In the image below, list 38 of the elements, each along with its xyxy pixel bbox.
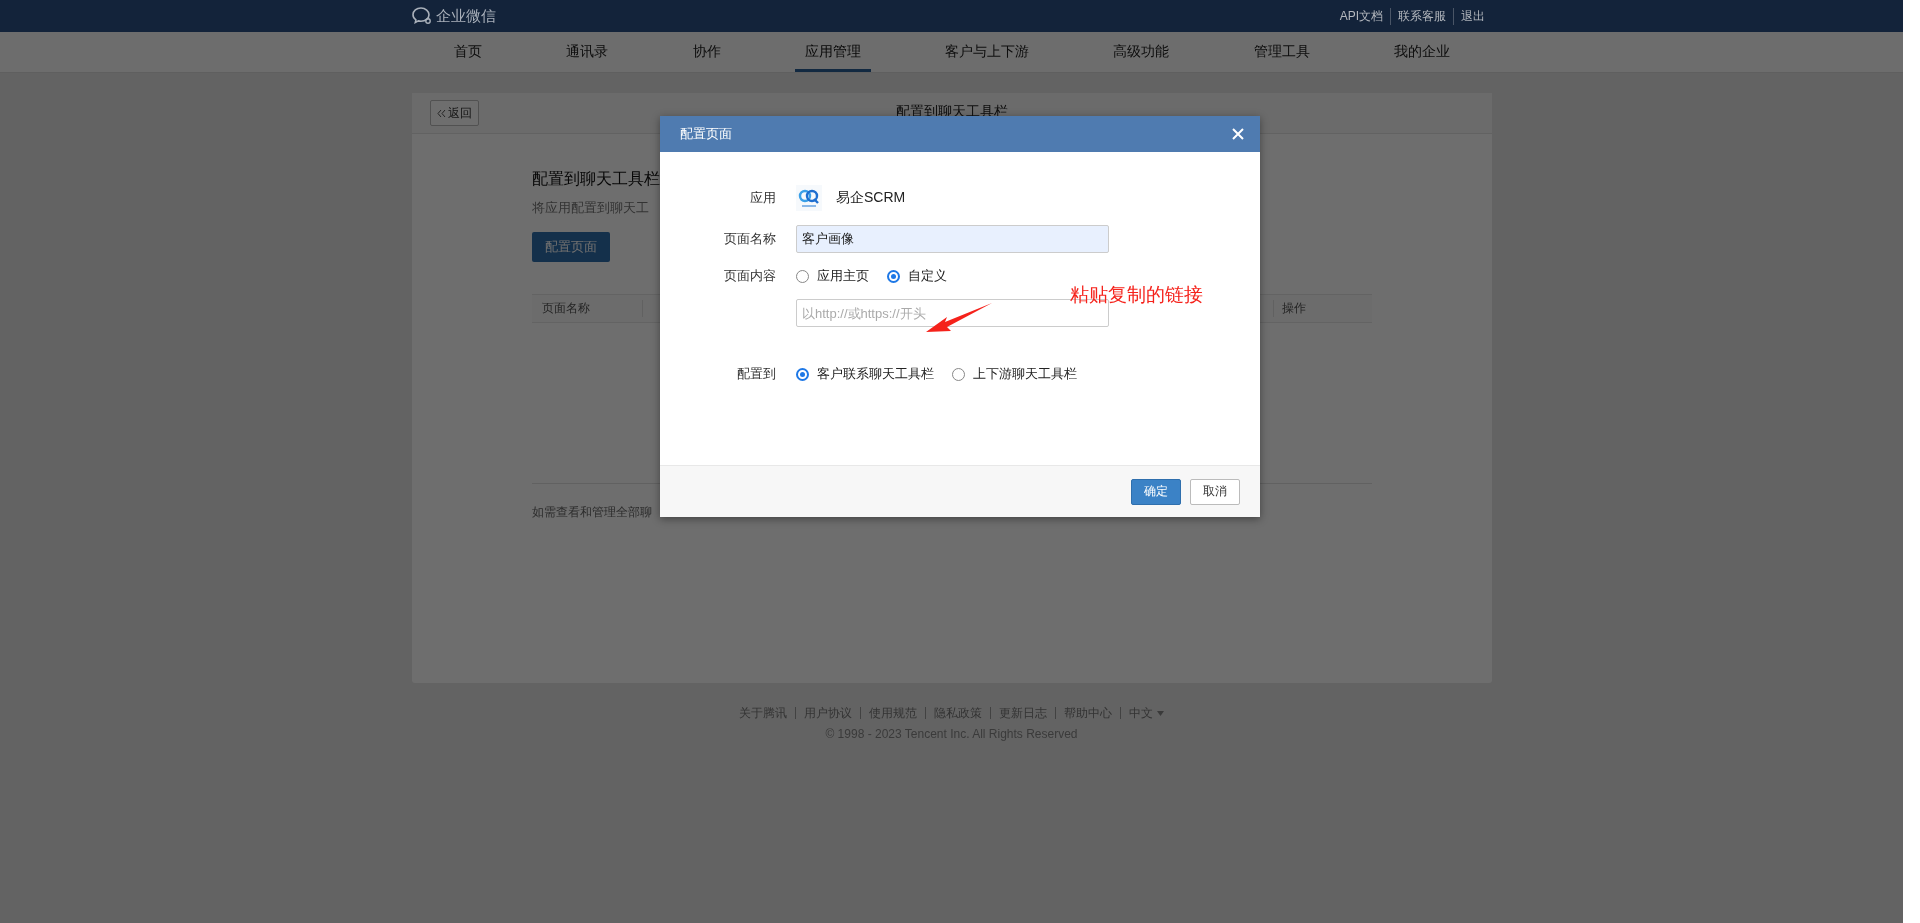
- logo-text: 企业微信: [436, 6, 496, 26]
- top-link[interactable]: API文档: [1332, 7, 1390, 25]
- help-note: 如需查看和管理全部聊: [532, 505, 652, 519]
- chat-bubble-icon: [412, 7, 432, 25]
- back-button[interactable]: 返回: [430, 100, 479, 126]
- radio-button[interactable]: [796, 367, 809, 381]
- double-chevron-icon: [437, 108, 446, 118]
- app-name: 易企SCRM: [836, 189, 906, 207]
- radio-option[interactable]: 自定义: [887, 267, 947, 285]
- cancel-button[interactable]: 取消: [1190, 478, 1240, 505]
- section-heading: 配置到聊天工具栏: [532, 169, 660, 189]
- configure-page-button[interactable]: 配置页面: [532, 232, 610, 262]
- nav-tab[interactable]: 我的企业: [1383, 32, 1460, 72]
- radio-button[interactable]: [887, 269, 900, 283]
- column-header: 页面名称: [542, 301, 590, 315]
- radio-option[interactable]: 客户联系聊天工具栏: [796, 365, 934, 383]
- confirm-button[interactable]: 确定: [1131, 478, 1181, 505]
- nav-tab[interactable]: 管理工具: [1243, 32, 1320, 72]
- app-logo-icon: [796, 185, 822, 211]
- top-link[interactable]: 联系客服: [1390, 7, 1453, 25]
- top-link[interactable]: 退出: [1453, 7, 1492, 25]
- column-header: 操作: [1282, 301, 1306, 315]
- page-name-field[interactable]: 客户画像: [796, 225, 1109, 253]
- nav-tab[interactable]: 高级功能: [1103, 32, 1180, 72]
- nav-tab[interactable]: 应用管理: [794, 32, 871, 72]
- nav-tab[interactable]: 首页: [444, 32, 493, 72]
- field-label: 页面内容: [723, 267, 777, 285]
- nav-tab[interactable]: 客户与上下游: [935, 32, 1040, 72]
- dialog-title: 配置页面: [680, 125, 732, 143]
- nav-tab[interactable]: 协作: [682, 32, 731, 72]
- field-label: 配置到: [736, 365, 777, 383]
- field-label: 应用: [749, 189, 777, 207]
- radio-option[interactable]: 上下游聊天工具栏: [952, 365, 1077, 383]
- nav-tab[interactable]: 通讯录: [556, 32, 619, 72]
- close-icon[interactable]: [1232, 128, 1244, 140]
- caret-icon: [1157, 710, 1164, 716]
- radio-option[interactable]: 应用主页: [796, 267, 869, 285]
- field-label: 页面名称: [723, 230, 777, 248]
